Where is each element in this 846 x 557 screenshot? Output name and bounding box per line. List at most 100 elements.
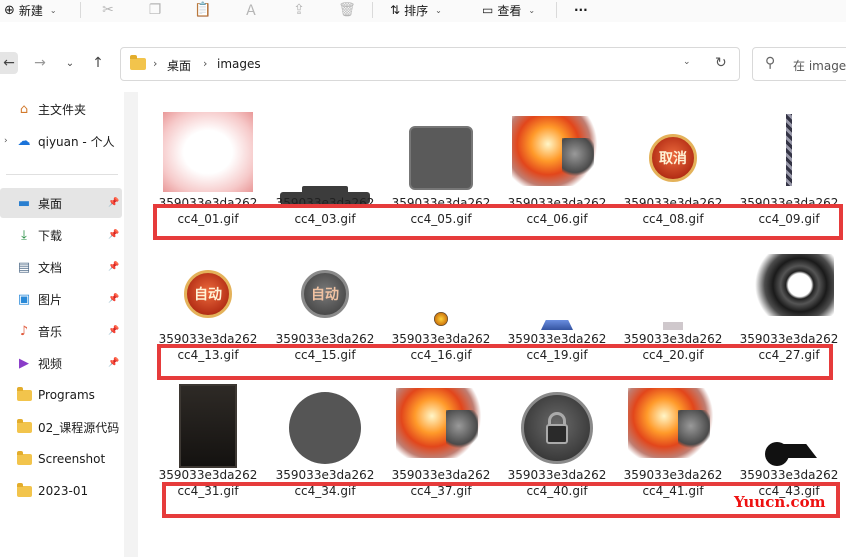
chevron-down-icon: ⌄ (65, 57, 75, 69)
folder-icon (16, 450, 32, 467)
arrow-up-icon: ↑ (92, 55, 104, 71)
command-bar: ⊕ 新建 ⌄ ✂ ❐ 📋 Ａ ⇪ 🗑 ⇅ 排序 ⌄ ▭ 查看 ⌄ ··· (0, 0, 846, 22)
highlight-box-row1 (153, 204, 843, 240)
navigation-pane: ⌂ 主文件夹 › ☁ qiyuan - 个人 ▬ 桌面 📌 ⤓ 下载 📌 ▤ 文… (0, 92, 124, 557)
sidebar-item-pictures[interactable]: ▣ 图片 📌 (0, 284, 122, 314)
sidebar-item-downloads[interactable]: ⤓ 下载 📌 (0, 220, 122, 250)
sidebar-item-screenshot[interactable]: Screenshot (0, 444, 122, 474)
sort-button[interactable]: ⇅ 排序 ⌄ (390, 2, 442, 18)
address-dropdown-icon[interactable]: ⌄ (683, 57, 691, 67)
sidebar-item-programs[interactable]: Programs (0, 380, 122, 410)
sidebar-item-label: 2023-01 (38, 484, 89, 498)
thumbnail (153, 382, 263, 468)
recent-locations-button[interactable]: ⌄ (61, 54, 79, 72)
fire-dragon-image (628, 388, 718, 458)
breadcrumb-images[interactable]: images (217, 57, 261, 71)
plus-circle-icon: ⊕ (4, 2, 15, 18)
desktop-icon: ▬ (17, 195, 31, 211)
pin-icon[interactable]: 📌 (108, 198, 119, 208)
chevron-right-icon: › (203, 57, 208, 70)
back-button[interactable]: ← (0, 52, 18, 74)
music-icon: ♪ (19, 323, 29, 339)
copy-icon[interactable]: ❐ (146, 2, 164, 18)
gray-strip-image (663, 322, 683, 330)
thumbnail (270, 110, 380, 206)
pin-icon[interactable]: 📌 (108, 262, 119, 272)
pin-icon[interactable]: 📌 (108, 294, 119, 304)
glow-frame-image (163, 112, 253, 192)
chevron-right-icon: › (4, 136, 8, 146)
pictures-icon: ▣ (17, 291, 31, 307)
small-sun-image (434, 312, 448, 326)
chain-stick-image (786, 114, 792, 186)
watermark: Yuucn.com (734, 493, 826, 511)
key-shape-image (757, 440, 821, 468)
sidebar-item-label: 02_课程源代码 (38, 420, 120, 435)
thumbnail (734, 382, 844, 478)
new-button[interactable]: ⊕ 新建 ⌄ (4, 2, 57, 18)
chevron-down-icon: ⌄ (49, 5, 57, 15)
delete-icon[interactable]: 🗑 (338, 2, 356, 18)
forward-button[interactable]: → (31, 54, 49, 72)
breadcrumb-desktop[interactable]: 桌面 (167, 57, 191, 74)
cut-icon[interactable]: ✂ (99, 2, 117, 18)
onedrive-icon: ☁ (17, 133, 31, 149)
share-icon[interactable]: ⇪ (290, 2, 308, 18)
sidebar-item-label: 下载 (38, 228, 63, 243)
search-placeholder: 在 image (793, 59, 846, 73)
paste-icon[interactable]: 📋 (194, 2, 212, 18)
sidebar-scrollbar[interactable] (124, 92, 138, 557)
chevron-down-icon: ⌄ (435, 5, 442, 15)
sidebar-item-music[interactable]: ♪ 音乐 📌 (0, 316, 122, 346)
file-name-prefix: 359033e3da262 (275, 468, 375, 482)
lock-icon (521, 392, 593, 464)
auto-button-gray-image: 自动 (301, 270, 349, 318)
sidebar-item-label: Programs (38, 388, 95, 402)
sidebar-item-label: 文档 (38, 260, 63, 275)
sidebar-item-videos[interactable]: ▶ 视频 📌 (0, 348, 122, 378)
thumbnail (502, 382, 612, 478)
pin-icon[interactable]: 📌 (108, 230, 119, 240)
sidebar-item-onedrive[interactable]: › ☁ qiyuan - 个人 (0, 126, 122, 156)
toolbar-divider (372, 2, 373, 18)
view-button[interactable]: ▭ 查看 ⌄ (482, 2, 535, 18)
address-bar[interactable]: › 桌面 › images ⌄ ↻ (120, 47, 740, 81)
folder-icon (16, 482, 32, 499)
auto-button-image: 自动 (184, 270, 232, 318)
sidebar-divider (6, 174, 118, 175)
pin-icon[interactable]: 📌 (108, 358, 119, 368)
refresh-icon[interactable]: ↻ (715, 55, 727, 71)
thumbnail (502, 246, 612, 342)
more-options-button[interactable]: ··· (574, 2, 588, 18)
sidebar-item-course-code[interactable]: 02_课程源代码 (0, 412, 122, 442)
thumbnail (618, 382, 728, 478)
thumbnail (734, 246, 844, 342)
toolbar-divider (556, 2, 557, 18)
file-name-prefix: 359033e3da262 (158, 468, 258, 482)
dark-panel-image (179, 384, 237, 468)
pin-icon[interactable]: 📌 (108, 326, 119, 336)
more-icon: ··· (574, 3, 588, 17)
search-box[interactable]: ⚲ 在 image (752, 47, 846, 81)
arrow-right-icon: → (34, 55, 46, 71)
thumbnail (734, 110, 844, 206)
new-label: 新建 (18, 3, 43, 18)
rename-icon[interactable]: Ａ (242, 2, 260, 19)
sidebar-item-home[interactable]: ⌂ 主文件夹 (0, 94, 122, 124)
thumbnail: 自动 (153, 246, 263, 342)
sidebar-item-label: 主文件夹 (38, 102, 87, 117)
thumbnail (502, 110, 612, 206)
thumbnail (386, 382, 496, 478)
thumbnail (270, 382, 380, 478)
dragon-ring-image (744, 254, 834, 316)
sidebar-item-label: 音乐 (38, 324, 63, 339)
sort-icon: ⇅ (390, 3, 401, 17)
highlight-box-row2 (157, 344, 833, 380)
sidebar-item-documents[interactable]: ▤ 文档 📌 (0, 252, 122, 282)
up-button[interactable]: ↑ (89, 54, 107, 72)
sidebar-item-2023-01[interactable]: 2023-01 (0, 476, 122, 506)
sidebar-item-desktop[interactable]: ▬ 桌面 📌 (0, 188, 122, 218)
thumbnail: 自动 (270, 246, 380, 342)
fire-dragon-image (396, 388, 486, 458)
folder-icon (130, 55, 146, 70)
